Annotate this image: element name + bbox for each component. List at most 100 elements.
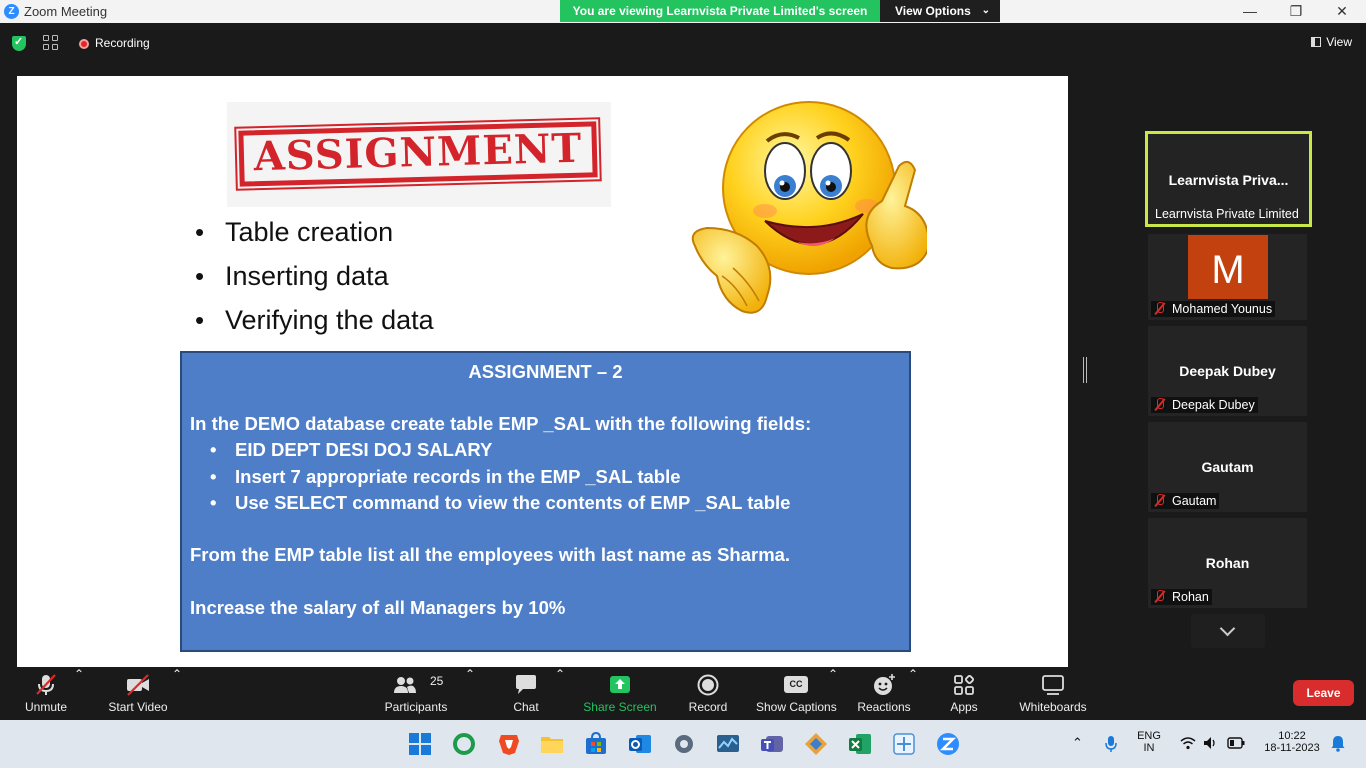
topic-bullet-list: Table creation Inserting data Verifying … (195, 217, 434, 349)
assignment-title: ASSIGNMENT – 2 (468, 361, 623, 382)
record-label: Record (688, 700, 728, 714)
participant-display-name: Rohan (1205, 555, 1250, 571)
participant-tile[interactable]: Gautam Gautam (1148, 422, 1307, 512)
participants-label: Participants (384, 700, 448, 714)
mic-muted-icon (1154, 494, 1166, 507)
microphone-tray-icon[interactable] (1104, 735, 1118, 753)
participant-display-name: Gautam (1201, 459, 1254, 475)
zoom-app-icon[interactable] (936, 732, 960, 756)
chat-caret-icon[interactable]: ⌃ (555, 667, 565, 681)
close-button[interactable]: ✕ (1319, 0, 1365, 23)
settings-gear-icon[interactable] (672, 732, 696, 756)
diamond-app-icon[interactable] (804, 732, 828, 756)
chat-label: Chat (513, 700, 539, 714)
file-explorer-icon[interactable] (540, 732, 564, 756)
participant-name: Rohan (1172, 590, 1209, 604)
participant-tile[interactable]: M Mohamed Younus (1148, 234, 1307, 320)
assignment-paragraph: Increase the salary of all Managers by 1… (190, 597, 566, 618)
tray-expand-chevron-icon[interactable]: ⌃ (1072, 735, 1083, 751)
assignment-item: EID DEPT DESI DOJ SALARY (210, 439, 790, 466)
restore-button[interactable]: ❐ (1273, 0, 1319, 23)
battery-icon[interactable] (1227, 737, 1245, 749)
view-options-label: View Options (895, 4, 971, 18)
participant-name: Mohamed Younus (1172, 302, 1273, 316)
language-code: ENG (1137, 730, 1161, 742)
assignment-box: ASSIGNMENT – 2 In the DEMO database crea… (180, 351, 911, 652)
share-screen-button[interactable]: Share Screen (582, 667, 658, 720)
mic-muted-icon (36, 674, 56, 695)
participants-caret-icon[interactable]: ⌃ (465, 667, 475, 681)
meeting-toolbar: Unmute ⌃ Start Video ⌃ 25 Participants ⌃… (0, 667, 1366, 720)
participant-tile-active-speaker[interactable]: Learnvista Priva... Learnvista Private L… (1145, 131, 1312, 227)
meeting-info-icon[interactable] (43, 35, 59, 51)
security-shield-icon[interactable] (12, 35, 26, 51)
video-off-icon (127, 674, 149, 696)
whiteboards-label: Whiteboards (1019, 700, 1087, 714)
share-screen-label: Share Screen (583, 700, 657, 714)
video-options-caret-icon[interactable]: ⌃ (172, 667, 182, 681)
language-indicator[interactable]: ENG IN (1135, 730, 1163, 754)
minimize-button[interactable]: — (1227, 0, 1273, 23)
snipping-tool-icon[interactable] (892, 732, 916, 756)
captions-caret-icon[interactable]: ⌃ (828, 667, 838, 681)
assignment-item: Use SELECT command to view the contents … (210, 492, 790, 519)
shared-screen-slide: ASSIGNMENT Table creation Inserting data… (17, 76, 1068, 667)
record-button[interactable]: Record (686, 667, 730, 720)
reactions-caret-icon[interactable]: ⌃ (908, 667, 918, 681)
apps-label: Apps (950, 700, 978, 714)
performance-monitor-icon[interactable] (716, 732, 740, 756)
chevron-down-icon: ⌄ (981, 5, 990, 16)
participant-tile[interactable]: Deepak Dubey Deepak Dubey (1148, 326, 1307, 416)
panel-resize-handle[interactable] (1083, 357, 1087, 383)
participant-tile[interactable]: Rohan Rohan (1148, 518, 1307, 608)
start-video-button[interactable]: Start Video (104, 667, 172, 720)
wifi-icon[interactable] (1180, 736, 1196, 750)
meeting-top-strip: Recording View (0, 23, 1366, 63)
participant-name-label: Deepak Dubey (1151, 397, 1258, 413)
avatar: M (1188, 235, 1268, 299)
microsoft-store-icon[interactable] (584, 732, 608, 756)
outlook-icon[interactable] (628, 732, 652, 756)
start-video-label: Start Video (108, 700, 168, 714)
brave-browser-icon[interactable] (497, 732, 521, 756)
reactions-label: Reactions (857, 700, 911, 714)
view-label: View (1326, 35, 1352, 49)
bullet-item: Table creation (195, 217, 434, 261)
chat-button[interactable]: Chat (506, 667, 546, 720)
microsoft-teams-icon[interactable] (760, 732, 784, 756)
smiley-emoji-image (691, 101, 927, 314)
apps-icon (954, 674, 975, 695)
participant-name: Gautam (1172, 494, 1217, 508)
unmute-button[interactable]: Unmute (14, 667, 78, 720)
participant-name-label: Mohamed Younus (1151, 301, 1276, 317)
assignment-intro: In the DEMO database create table EMP _S… (190, 413, 812, 434)
windows-start-icon[interactable] (408, 732, 432, 756)
show-captions-button[interactable]: CC Show Captions (756, 667, 837, 720)
volume-icon[interactable] (1203, 736, 1217, 750)
participant-name-label: Gautam (1151, 493, 1220, 509)
excel-icon[interactable] (848, 732, 872, 756)
participant-name: Deepak Dubey (1172, 398, 1255, 412)
view-options-button[interactable]: View Options ⌄ (880, 0, 1000, 22)
view-button[interactable]: View (1311, 35, 1352, 49)
assignment-item: Insert 7 appropriate records in the EMP … (210, 466, 790, 493)
audio-options-caret-icon[interactable]: ⌃ (74, 667, 84, 681)
apps-button[interactable]: Apps (944, 667, 984, 720)
whiteboards-button[interactable]: Whiteboards (1016, 667, 1090, 720)
reactions-button[interactable]: Reactions (856, 667, 912, 720)
clock[interactable]: 10:22 18-11-2023 (1256, 730, 1328, 754)
leave-button[interactable]: Leave (1293, 680, 1354, 706)
closed-captions-icon: CC (784, 676, 808, 693)
recording-dot-icon (79, 39, 89, 49)
circular-app-icon[interactable] (452, 732, 476, 756)
notification-bell-icon[interactable] (1331, 735, 1345, 752)
recording-label[interactable]: Recording (95, 36, 150, 50)
participants-button[interactable]: 25 Participants (380, 667, 452, 720)
clock-time: 10:22 (1278, 730, 1306, 742)
unmute-label: Unmute (24, 700, 68, 714)
assignment-stamp: ASSIGNMENT (234, 116, 602, 192)
language-region: IN (1143, 742, 1155, 754)
more-participants-chevron-button[interactable] (1191, 614, 1265, 648)
assignment-item-list: EID DEPT DESI DOJ SALARY Insert 7 approp… (210, 439, 790, 519)
share-banner: You are viewing Learnvista Private Limit… (560, 0, 880, 22)
